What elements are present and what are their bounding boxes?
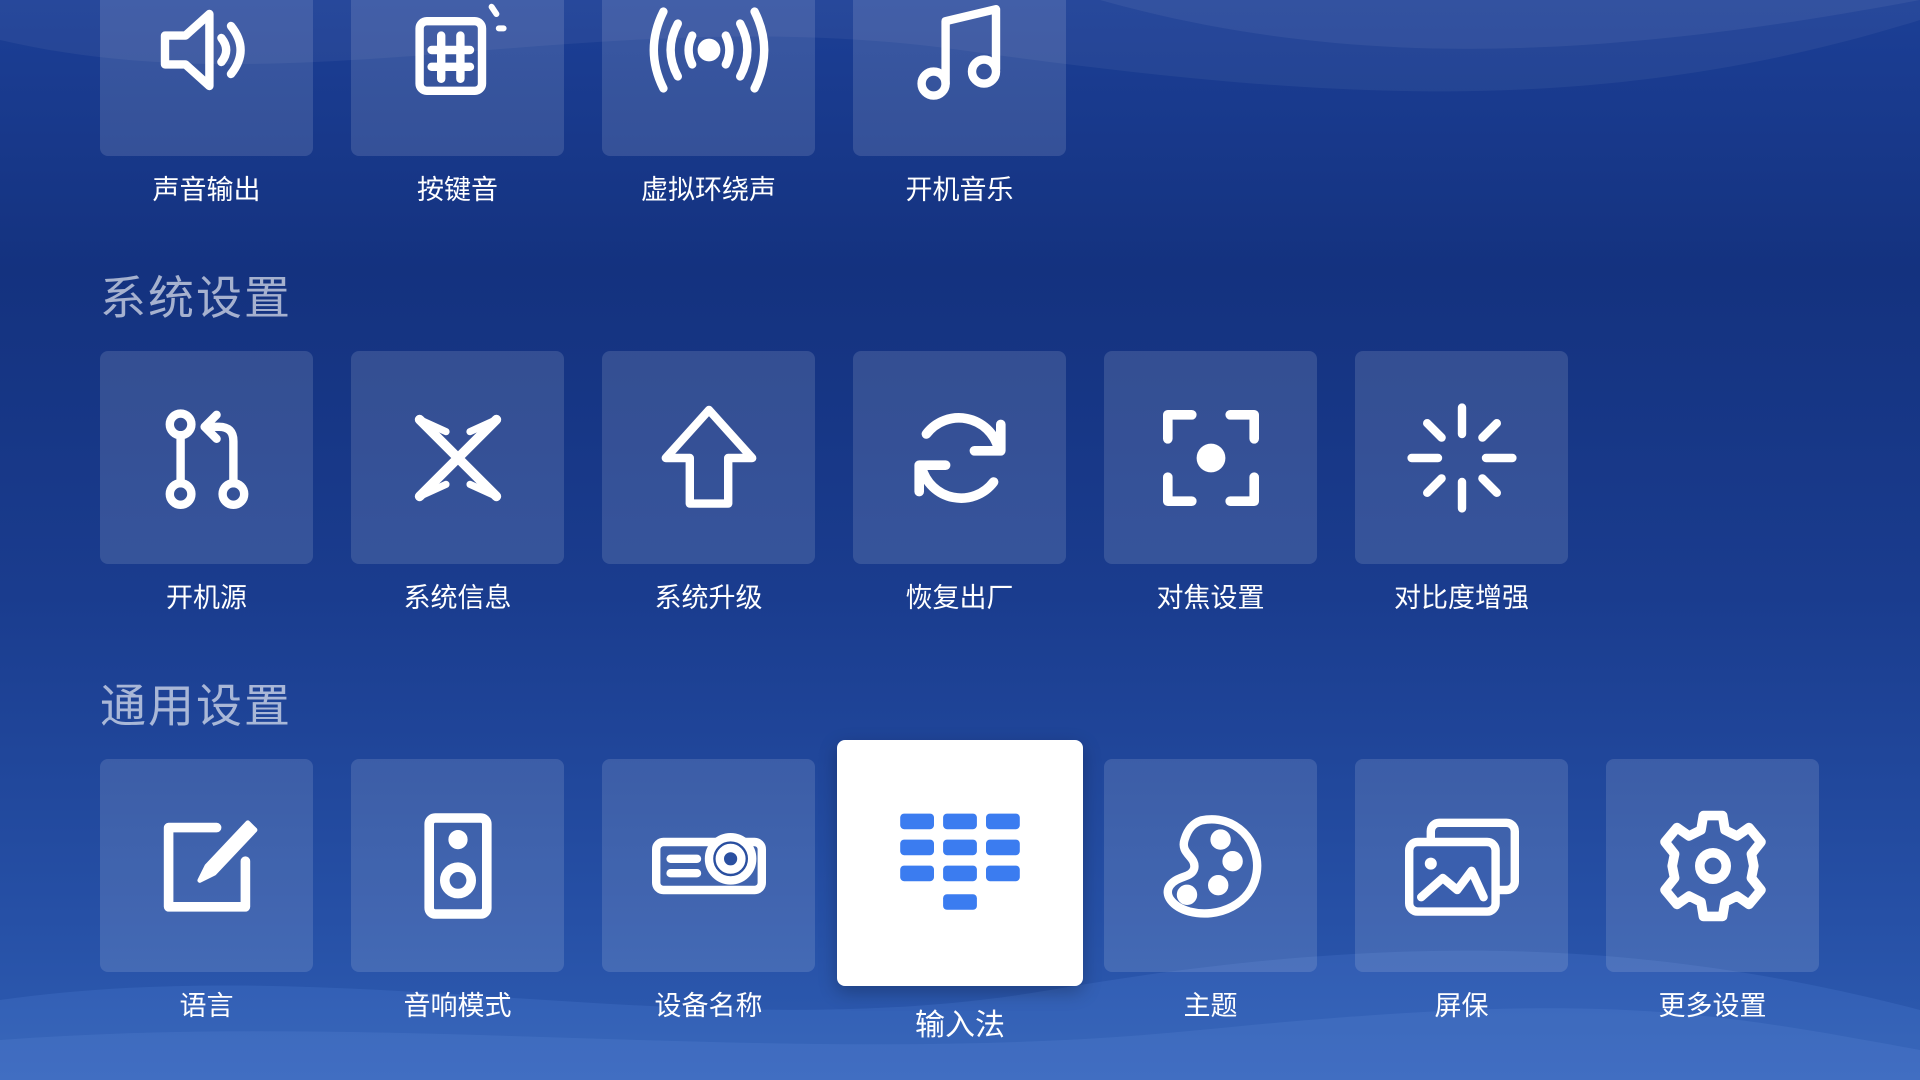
- tile-audio-mode[interactable]: [351, 759, 564, 972]
- system-info-icon: [414, 414, 501, 501]
- label-theme: 主题: [1183, 991, 1238, 1022]
- label-system-upgrade: 系统升级: [654, 583, 763, 614]
- label-boot-source: 开机源: [166, 583, 247, 614]
- speaker-icon: [160, 9, 245, 90]
- palette-icon: [1163, 814, 1261, 918]
- tile-boot-source[interactable]: [100, 351, 313, 564]
- tile-virtual-surround[interactable]: [602, 0, 815, 156]
- surround-sound-icon: [649, 6, 768, 93]
- label-focus-settings: 对焦设置: [1156, 583, 1265, 614]
- tile-sound-output[interactable]: [100, 0, 313, 156]
- tile-contrast-enhance[interactable]: [1355, 351, 1568, 564]
- projector-icon: [651, 832, 766, 894]
- tile-language[interactable]: [100, 759, 313, 972]
- label-more-settings: 更多设置: [1658, 991, 1767, 1022]
- label-input-method: 输入法: [915, 1008, 1005, 1043]
- gear-icon: [1659, 810, 1766, 921]
- tile-system-upgrade[interactable]: [602, 351, 815, 564]
- tile-more-settings[interactable]: [1606, 759, 1819, 972]
- edit-language-icon: [163, 819, 257, 912]
- label-factory-reset: 恢复出厂: [905, 583, 1014, 614]
- tile-boot-music[interactable]: [853, 0, 1066, 156]
- factory-reset-icon: [913, 412, 1006, 503]
- music-note-icon: [916, 4, 1000, 100]
- tile-theme[interactable]: [1104, 759, 1317, 972]
- section-title-general: 通用设置: [100, 679, 292, 733]
- label-sound-output: 声音输出: [152, 175, 261, 206]
- tile-device-name[interactable]: [602, 759, 815, 972]
- tile-factory-reset[interactable]: [853, 351, 1066, 564]
- section-title-system: 系统设置: [100, 271, 292, 325]
- label-boot-music: 开机音乐: [905, 175, 1014, 206]
- label-language: 语言: [179, 991, 234, 1022]
- tile-screensaver[interactable]: [1355, 759, 1568, 972]
- tile-input-method[interactable]: [837, 740, 1083, 986]
- tile-key-sound[interactable]: [351, 0, 564, 156]
- label-audio-mode: 音响模式: [403, 991, 512, 1022]
- label-virtual-surround: 虚拟环绕声: [641, 175, 776, 206]
- tile-system-info[interactable]: [351, 351, 564, 564]
- upgrade-arrow-icon: [661, 405, 756, 508]
- keypad-sound-icon: [414, 3, 507, 95]
- contrast-enhance-icon: [1406, 402, 1517, 513]
- label-system-info: 系统信息: [403, 583, 512, 614]
- label-contrast-enhance: 对比度增强: [1394, 583, 1529, 614]
- label-key-sound: 按键音: [417, 175, 498, 206]
- keyboard-icon: [900, 813, 1020, 910]
- speaker-box-icon: [423, 812, 492, 919]
- tile-focus-settings[interactable]: [1104, 351, 1317, 564]
- boot-source-icon: [165, 408, 248, 509]
- label-device-name: 设备名称: [654, 991, 763, 1022]
- screensaver-icon: [1404, 818, 1519, 916]
- focus-icon: [1162, 409, 1259, 506]
- label-screensaver: 屏保: [1434, 991, 1489, 1022]
